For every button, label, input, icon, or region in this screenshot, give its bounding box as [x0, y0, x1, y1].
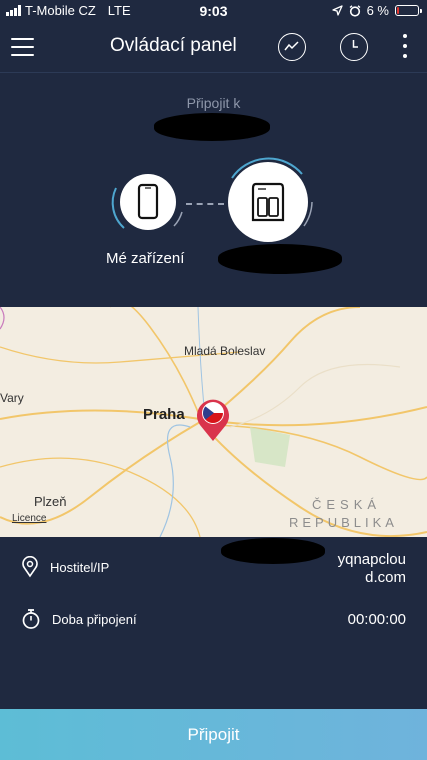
alarm-icon: [349, 4, 361, 17]
more-icon[interactable]: [400, 34, 410, 60]
battery-icon: [395, 5, 422, 16]
map-label-vary: Vary: [0, 391, 24, 405]
stopwatch-icon: [22, 609, 40, 629]
map-label-ceska: ČESKÁ: [312, 497, 382, 512]
battery-percent: 6 %: [366, 3, 389, 18]
chart-icon[interactable]: [278, 33, 306, 61]
map-label-plzen: Plzeň: [34, 494, 67, 509]
location-pin-icon[interactable]: [193, 395, 233, 445]
menu-icon[interactable]: [11, 38, 34, 56]
page-title: Ovládací panel: [110, 35, 237, 56]
phone-device: [120, 174, 176, 230]
connect-to-label: Připojit k: [186, 95, 241, 111]
map-label-praha: Praha: [143, 406, 185, 423]
map[interactable]: Mladá Boleslav Vary Praha Plzeň Licence …: [0, 307, 427, 537]
nas-device: [228, 162, 308, 242]
redacted-server-name: [218, 244, 342, 274]
clock-icon[interactable]: [340, 33, 368, 61]
connect-button[interactable]: Připojit: [0, 709, 427, 760]
map-label-licence[interactable]: Licence: [12, 513, 46, 524]
smartphone-icon: [137, 183, 159, 220]
host-value-line1: yqnapclou: [337, 551, 406, 568]
host-label: Hostitel/IP: [50, 560, 110, 575]
my-device-label: Mé zařízení: [106, 250, 185, 267]
duration-value: 00:00:00: [347, 611, 406, 628]
redacted-device-name: [154, 113, 270, 141]
map-label-republika: REPUBLIKA: [289, 515, 398, 530]
location-arrow-icon: [331, 5, 343, 16]
redacted-host: [221, 538, 325, 564]
duration-label: Doba připojení: [52, 612, 137, 627]
nas-icon: [251, 182, 285, 222]
status-bar: T-Mobile CZ LTE 9:03 6 %: [0, 0, 427, 22]
app-bar: Ovládací panel: [0, 22, 427, 73]
status-right: 6 %: [331, 3, 422, 18]
map-label-mlada-boleslav: Mladá Boleslav: [184, 344, 266, 358]
host-value-line2: d.com: [365, 569, 406, 586]
location-marker-icon: [22, 556, 38, 578]
